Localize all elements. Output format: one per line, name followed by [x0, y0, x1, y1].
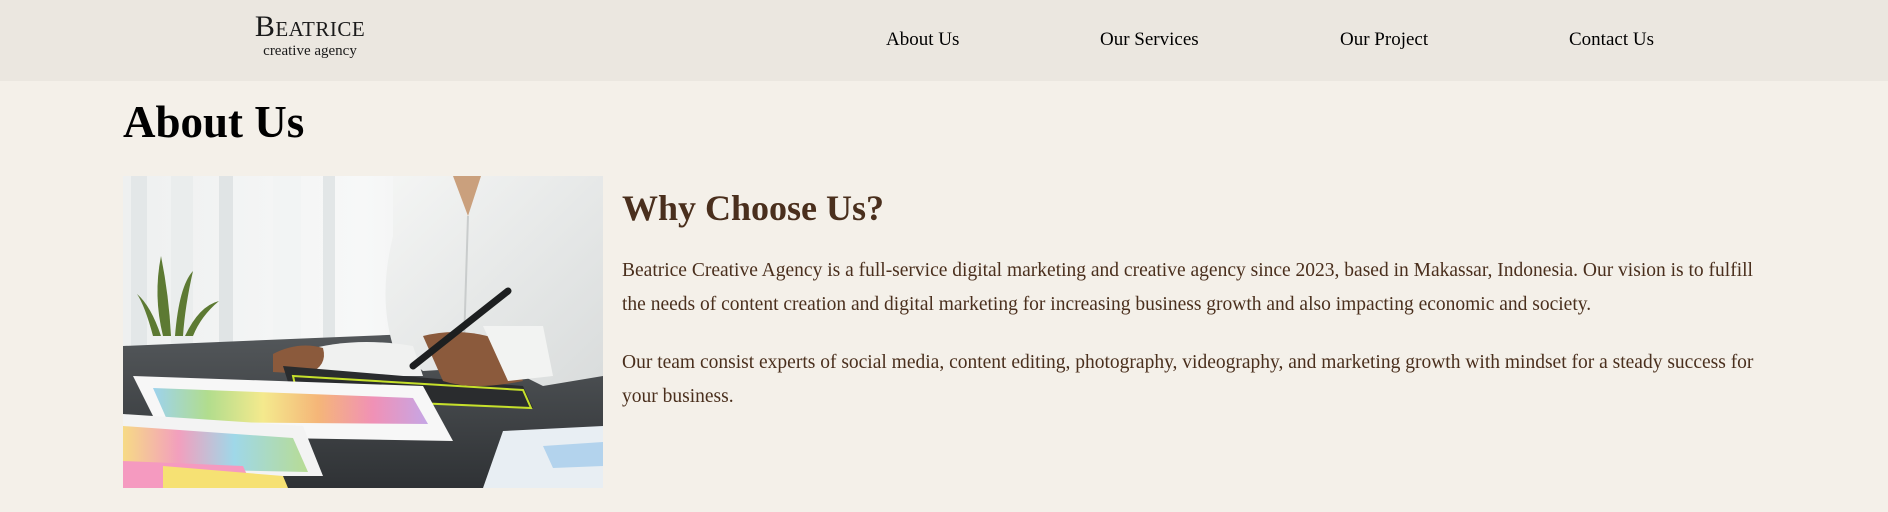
why-choose-us-heading: Why Choose Us?	[622, 188, 885, 228]
brand-name: Beatrice	[254, 10, 366, 43]
nav-item-our-project[interactable]: Our Project	[1340, 29, 1428, 51]
nav-item-contact-us[interactable]: Contact Us	[1569, 29, 1654, 51]
page-title: About Us	[123, 97, 305, 147]
brand-logo[interactable]: Beatrice creative agency	[246, 12, 374, 59]
nav-item-our-services[interactable]: Our Services	[1100, 29, 1199, 51]
site-header: Beatrice creative agency About Us Our Se…	[0, 0, 1888, 81]
about-paragraph-2: Our team consist experts of social media…	[622, 352, 1754, 407]
about-paragraph-1: Beatrice Creative Agency is a full-servi…	[622, 260, 1753, 315]
nav-item-about-us[interactable]: About Us	[886, 29, 959, 51]
brand-tagline: creative agency	[263, 43, 357, 59]
about-photo	[123, 176, 603, 488]
